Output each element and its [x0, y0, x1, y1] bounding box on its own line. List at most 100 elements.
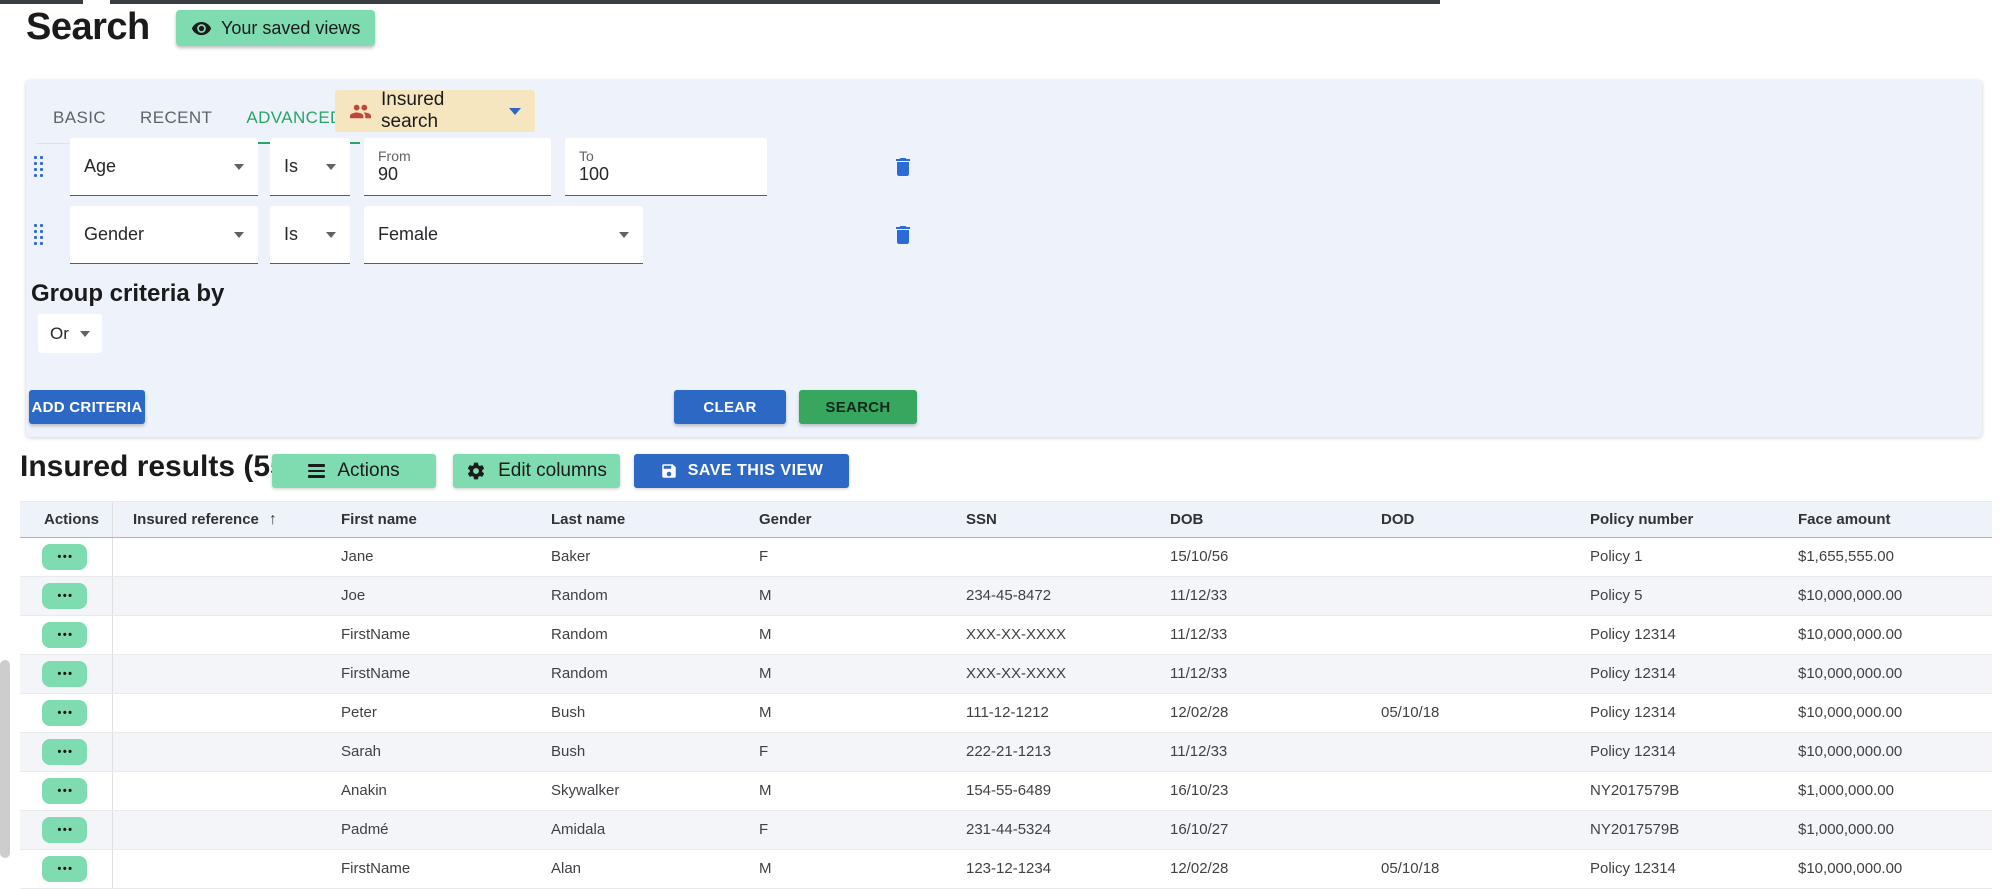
chevron-down-icon	[80, 331, 90, 337]
cell-face-amount: $10,000,000.00	[1778, 694, 1992, 732]
tab-basic[interactable]: BASIC	[36, 92, 123, 144]
column-header-last-name[interactable]: Last name	[531, 502, 739, 537]
cell-insured-reference	[113, 811, 321, 849]
cell-gender: M	[739, 850, 946, 888]
criteria-row-age: Age Is From 90 To 100	[26, 138, 1982, 196]
criteria-from-input[interactable]: From 90	[364, 138, 551, 196]
cell-policy-number: NY2017579B	[1570, 772, 1778, 810]
top-chrome-line	[0, 0, 83, 4]
cell-policy-number: Policy 12314	[1570, 733, 1778, 771]
delete-criteria-button[interactable]	[888, 152, 918, 182]
cell-face-amount: $10,000,000.00	[1778, 577, 1992, 615]
column-header-face-amount[interactable]: Face amount	[1778, 502, 1992, 537]
cell-policy-number: NY2017579B	[1570, 811, 1778, 849]
cell-first-name: Sarah	[321, 733, 531, 771]
chevron-down-icon	[326, 164, 336, 170]
criteria-row-gender: Gender Is Female	[26, 206, 1982, 264]
cell-last-name: Skywalker	[531, 772, 739, 810]
row-actions-button[interactable]: •••	[42, 817, 87, 843]
cell-gender: M	[739, 577, 946, 615]
chevron-down-icon	[326, 232, 336, 238]
criteria-value-select[interactable]: Female	[364, 206, 643, 264]
cell-last-name: Random	[531, 655, 739, 693]
criteria-field-value: Gender	[84, 224, 234, 245]
cell-face-amount: $1,000,000.00	[1778, 811, 1992, 849]
cell-actions: •••	[20, 772, 113, 810]
column-header-ssn[interactable]: SSN	[946, 502, 1150, 537]
search-button[interactable]: SEARCH	[799, 390, 917, 424]
add-criteria-button[interactable]: ADD CRITERIA	[29, 390, 145, 424]
clear-button[interactable]: CLEAR	[674, 390, 786, 424]
criteria-field-select[interactable]: Gender	[70, 206, 258, 264]
cell-gender: M	[739, 616, 946, 654]
cell-first-name: Jane	[321, 538, 531, 576]
column-header-actions[interactable]: Actions	[20, 502, 113, 537]
cell-insured-reference	[113, 850, 321, 888]
cell-insured-reference	[113, 733, 321, 771]
results-title: Insured results (55)	[20, 450, 297, 484]
people-group-icon	[349, 100, 372, 123]
table-body: •••JaneBakerF15/10/56Policy 1$1,655,555.…	[20, 538, 1992, 889]
drag-handle-icon[interactable]	[34, 220, 48, 250]
criteria-field-value: Age	[84, 156, 234, 177]
delete-criteria-button[interactable]	[888, 220, 918, 250]
column-header-policy-number[interactable]: Policy number	[1570, 502, 1778, 537]
cell-last-name: Baker	[531, 538, 739, 576]
drag-handle-icon[interactable]	[34, 152, 48, 182]
cell-first-name: Anakin	[321, 772, 531, 810]
cell-actions: •••	[20, 733, 113, 771]
vertical-scrollbar[interactable]	[0, 660, 10, 858]
column-header-dod[interactable]: DOD	[1361, 502, 1570, 537]
top-chrome-line	[110, 0, 1440, 4]
from-input-value: 90	[378, 165, 537, 184]
cell-dod	[1361, 733, 1570, 771]
row-actions-button[interactable]: •••	[42, 661, 87, 687]
criteria-operator-select[interactable]: Is	[270, 138, 350, 196]
cell-ssn: 231-44-5324	[946, 811, 1150, 849]
cell-dob: 11/12/33	[1150, 655, 1361, 693]
column-header-gender[interactable]: Gender	[739, 502, 946, 537]
column-header-insured-reference[interactable]: Insured reference↑	[113, 502, 321, 537]
cell-dod	[1361, 577, 1570, 615]
column-header-dob[interactable]: DOB	[1150, 502, 1361, 537]
cell-first-name: Peter	[321, 694, 531, 732]
cell-policy-number: Policy 12314	[1570, 694, 1778, 732]
criteria-to-input[interactable]: To 100	[565, 138, 767, 196]
search-tabs: BASIC RECENT ADVANCED	[36, 92, 360, 144]
cell-first-name: Joe	[321, 577, 531, 615]
cell-actions: •••	[20, 811, 113, 849]
group-criteria-value: Or	[50, 324, 69, 344]
gear-icon	[466, 461, 486, 481]
table-row: •••PadméAmidalaF231-44-532416/10/27NY201…	[20, 811, 1992, 850]
save-this-view-button[interactable]: SAVE THIS VIEW	[634, 454, 849, 488]
cell-gender: M	[739, 655, 946, 693]
chevron-down-icon	[619, 232, 629, 238]
cell-face-amount: $1,000,000.00	[1778, 772, 1992, 810]
search-type-dropdown[interactable]: Insured search	[335, 90, 535, 132]
criteria-operator-value: Is	[284, 156, 326, 177]
sort-ascending-icon[interactable]: ↑	[269, 502, 277, 537]
cell-insured-reference	[113, 772, 321, 810]
row-actions-button[interactable]: •••	[42, 739, 87, 765]
cell-policy-number: Policy 12314	[1570, 850, 1778, 888]
cell-ssn: XXX-XX-XXXX	[946, 655, 1150, 693]
row-actions-button[interactable]: •••	[42, 700, 87, 726]
cell-insured-reference	[113, 694, 321, 732]
cell-last-name: Bush	[531, 733, 739, 771]
cell-dob: 11/12/33	[1150, 616, 1361, 654]
row-actions-button[interactable]: •••	[42, 778, 87, 804]
row-actions-button[interactable]: •••	[42, 622, 87, 648]
cell-gender: M	[739, 772, 946, 810]
edit-columns-button[interactable]: Edit columns	[453, 454, 620, 488]
saved-views-button[interactable]: Your saved views	[176, 10, 375, 46]
row-actions-button[interactable]: •••	[42, 583, 87, 609]
row-actions-button[interactable]: •••	[42, 856, 87, 882]
criteria-operator-select[interactable]: Is	[270, 206, 350, 264]
criteria-field-select[interactable]: Age	[70, 138, 258, 196]
column-header-first-name[interactable]: First name	[321, 502, 531, 537]
cell-dod	[1361, 538, 1570, 576]
actions-button[interactable]: Actions	[272, 454, 436, 488]
tab-recent[interactable]: RECENT	[123, 92, 229, 144]
group-criteria-select[interactable]: Or	[38, 314, 102, 353]
row-actions-button[interactable]: •••	[42, 544, 87, 570]
